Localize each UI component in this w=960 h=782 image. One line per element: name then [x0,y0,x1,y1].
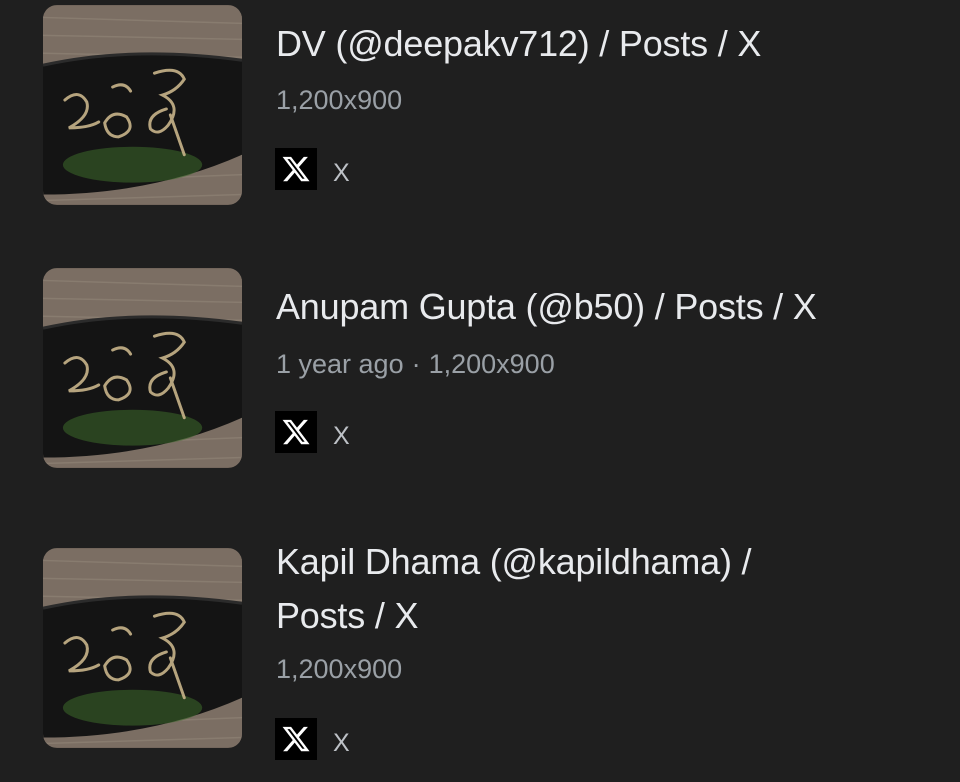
source-name: X [333,421,350,450]
result-meta: 1 year ago · 1,200x900 [276,347,555,381]
thumbnail-image [43,268,242,468]
result-title[interactable]: DV (@deepakv712) / Posts / X [276,17,946,71]
result-age: 1 year ago [276,349,404,379]
image-dimensions: 1,200x900 [276,654,403,684]
result-item[interactable]: Anupam Gupta (@b50) / Posts / X 1 year a… [0,268,960,468]
x-logo-icon [275,411,317,453]
result-title-line2: Posts / X [276,595,419,636]
graffiti-on-wall-thumbnail[interactable] [43,548,242,748]
graffiti-on-wall-thumbnail[interactable] [43,5,242,205]
image-results-list: DV (@deepakv712) / Posts / X 1,200x900 X… [0,0,960,782]
result-meta: 1,200x900 [276,83,402,117]
source-name: X [333,728,350,757]
thumbnail-image [43,548,242,748]
image-dimensions: 1,200x900 [428,349,555,379]
result-source[interactable]: X [275,148,350,190]
result-item[interactable]: Kapil Dhama (@kapildhama) / Posts / X 1,… [0,541,960,760]
thumbnail-image [43,5,242,205]
meta-separator: · [411,349,421,379]
result-source[interactable]: X [275,411,350,453]
source-name: X [333,158,350,187]
result-title[interactable]: Kapil Dhama (@kapildhama) / Posts / X [276,535,946,643]
image-dimensions: 1,200x900 [276,85,403,115]
result-meta: 1,200x900 [276,652,402,686]
x-logo-icon [275,718,317,760]
graffiti-on-wall-thumbnail[interactable] [43,268,242,468]
result-item[interactable]: DV (@deepakv712) / Posts / X 1,200x900 X [0,5,960,205]
result-title[interactable]: Anupam Gupta (@b50) / Posts / X [276,280,946,334]
result-title-line1: Kapil Dhama (@kapildhama) / [276,541,752,582]
result-source[interactable]: X [275,718,350,760]
x-logo-icon [275,148,317,190]
